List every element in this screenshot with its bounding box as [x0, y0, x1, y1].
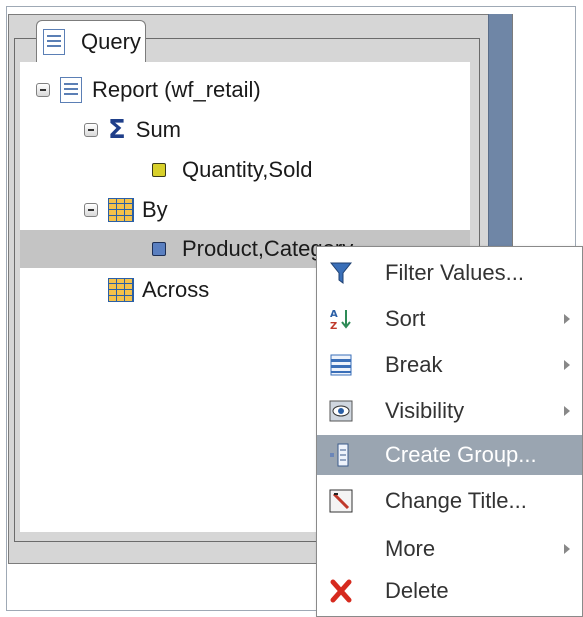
submenu-arrow-icon: [564, 406, 570, 416]
tree-node-across-label: Across: [142, 277, 210, 302]
menu-item-label: Sort: [385, 306, 426, 331]
tree-node-across[interactable]: Across: [108, 272, 209, 308]
menu-item-delete[interactable]: Delete: [317, 571, 582, 611]
measure-field-icon: [152, 163, 166, 177]
tree-node-report[interactable]: Report (wf_retail): [36, 72, 261, 108]
tab-query-label: Query: [81, 28, 141, 54]
tree-node-by[interactable]: By: [84, 192, 168, 228]
menu-item-label: Visibility: [385, 398, 465, 423]
menu-item-label: Change Title...: [385, 488, 527, 513]
menu-item-sort[interactable]: A Z Sort: [317, 299, 582, 339]
tree-node-sum[interactable]: Σ Sum: [84, 112, 181, 148]
sigma-icon: Σ: [108, 115, 126, 145]
menu-item-label: Break: [385, 352, 443, 377]
submenu-arrow-icon: [564, 360, 570, 370]
tree-node-sum-label: Sum: [135, 117, 182, 142]
visibility-icon: [329, 398, 353, 424]
break-icon: [329, 352, 353, 378]
tree-node-report-label: Report (wf_retail): [92, 77, 261, 102]
document-icon: [43, 28, 65, 55]
collapse-icon[interactable]: [36, 83, 50, 97]
collapse-icon[interactable]: [84, 203, 98, 217]
svg-text:Z: Z: [330, 321, 337, 331]
submenu-arrow-icon: [564, 544, 570, 554]
sort-icon: A Z: [329, 306, 353, 332]
menu-item-more[interactable]: More: [317, 529, 582, 569]
tree-node-quantity-sold-label: Quantity,Sold: [182, 157, 313, 182]
menu-item-change-title[interactable]: Change Title...: [317, 481, 582, 521]
collapse-icon[interactable]: [84, 123, 98, 137]
grid-icon: [108, 198, 134, 222]
delete-icon: [329, 578, 353, 604]
menu-item-label: More: [385, 536, 436, 561]
dimension-field-icon: [152, 242, 166, 256]
tree-node-quantity-sold[interactable]: Quantity,Sold: [152, 152, 312, 188]
menu-item-filter-values[interactable]: Filter Values...: [317, 253, 582, 293]
menu-item-label: Filter Values...: [385, 260, 524, 285]
submenu-arrow-icon: [564, 314, 570, 324]
create-group-icon: [329, 442, 353, 468]
filter-icon: [329, 260, 353, 286]
menu-item-label: Delete: [385, 578, 449, 603]
menu-item-create-group[interactable]: Create Group...: [317, 435, 582, 475]
change-title-icon: [329, 488, 353, 514]
grid-icon: [108, 278, 134, 302]
svg-text:A: A: [330, 309, 338, 320]
menu-item-visibility[interactable]: Visibility: [317, 391, 582, 431]
context-menu: Filter Values... A Z Sort Break Visibili…: [316, 246, 583, 617]
menu-item-break[interactable]: Break: [317, 345, 582, 385]
tree-node-by-label: By: [142, 197, 168, 222]
menu-item-label: Create Group...: [385, 442, 537, 467]
tab-query[interactable]: Query: [36, 20, 146, 62]
report-document-icon: [60, 77, 82, 103]
